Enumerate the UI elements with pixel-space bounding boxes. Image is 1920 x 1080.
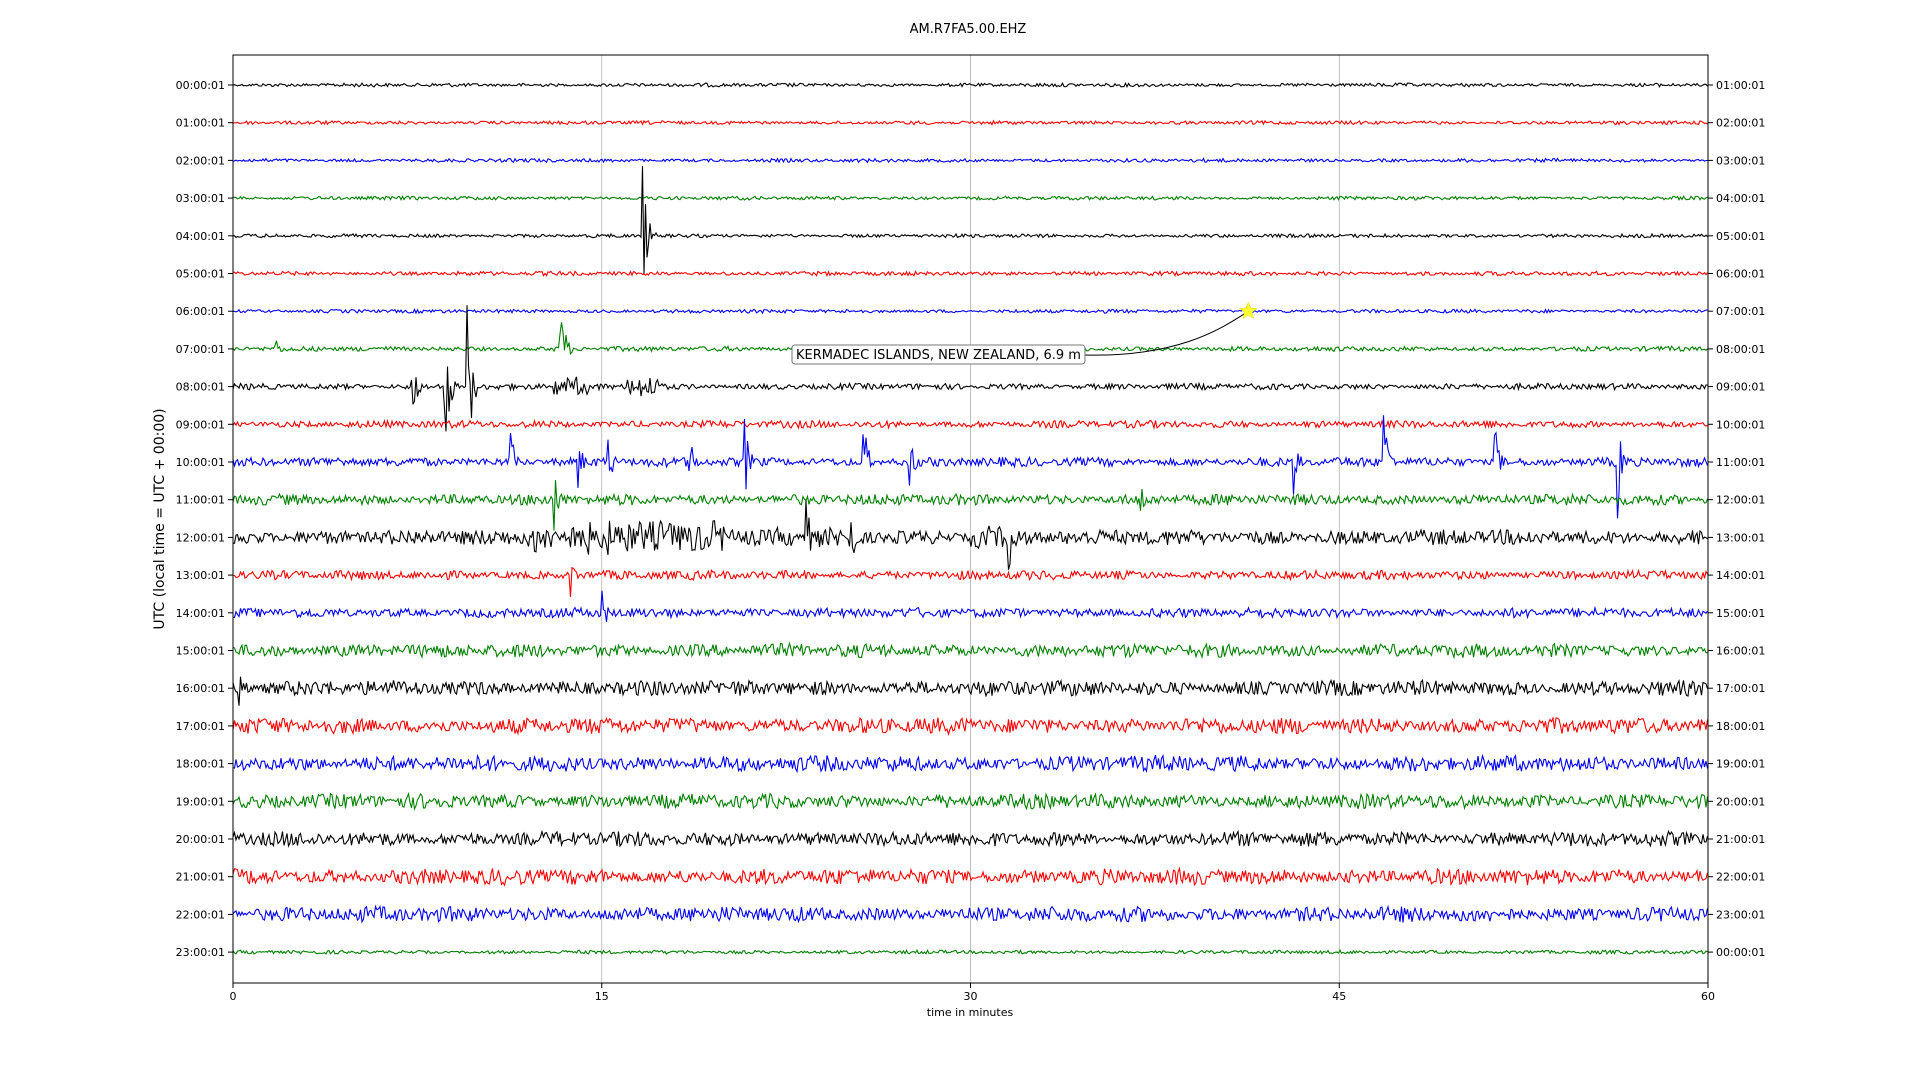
right-row-label-14: 15:00:01: [1716, 607, 1765, 620]
left-row-label-1: 01:00:01: [176, 117, 225, 130]
right-row-label-2: 03:00:01: [1716, 154, 1765, 167]
left-row-label-0: 00:00:01: [176, 79, 225, 92]
right-row-label-1: 02:00:01: [1716, 117, 1765, 130]
right-row-label-18: 19:00:01: [1716, 758, 1765, 771]
x-tick-label-2: 30: [964, 990, 978, 1003]
left-row-label-6: 06:00:01: [176, 305, 225, 318]
left-row-label-5: 05:00:01: [176, 268, 225, 281]
left-row-label-23: 23:00:01: [176, 946, 225, 959]
right-row-label-21: 22:00:01: [1716, 871, 1765, 884]
left-row-label-16: 16:00:01: [176, 682, 225, 695]
right-row-label-16: 17:00:01: [1716, 682, 1765, 695]
left-row-label-8: 08:00:01: [176, 381, 225, 394]
seismogram-plot: AM.R7FA5.00.EHZ 00:00:01 01:00:01 02:00:01…: [152, 22, 1765, 1019]
right-row-label-17: 18:00:01: [1716, 720, 1765, 733]
left-row-label-18: 18:00:01: [176, 758, 225, 771]
left-row-label-3: 03:00:01: [176, 192, 225, 205]
right-row-label-22: 23:00:01: [1716, 908, 1765, 921]
right-row-label-19: 20:00:01: [1716, 795, 1765, 808]
x-tick-label-1: 15: [595, 990, 609, 1003]
left-row-label-9: 09:00:01: [176, 418, 225, 431]
right-row-label-5: 06:00:01: [1716, 268, 1765, 281]
left-row-label-15: 15:00:01: [176, 645, 225, 658]
right-row-label-15: 16:00:01: [1716, 645, 1765, 658]
left-row-label-12: 12:00:01: [176, 531, 225, 544]
y-axis-label: UTC (local time = UTC + 00:00): [152, 408, 168, 629]
right-tick-labels: 01:00:01 02:00:01 03:00:01 04:00:01 05:00:01…: [1708, 79, 1765, 959]
right-row-label-10: 11:00:01: [1716, 456, 1765, 469]
right-row-label-20: 21:00:01: [1716, 833, 1765, 846]
x-tick-label-3: 45: [1332, 990, 1346, 1003]
left-row-label-19: 19:00:01: [176, 795, 225, 808]
right-row-label-23: 00:00:01: [1716, 946, 1765, 959]
right-row-label-4: 05:00:01: [1716, 230, 1765, 243]
x-tick-label-4: 60: [1701, 990, 1715, 1003]
right-row-label-7: 08:00:01: [1716, 343, 1765, 356]
left-row-label-4: 04:00:01: [176, 230, 225, 243]
left-row-label-7: 07:00:01: [176, 343, 225, 356]
chart-title: AM.R7FA5.00.EHZ: [910, 22, 1027, 37]
right-row-label-13: 14:00:01: [1716, 569, 1765, 582]
left-row-label-11: 11:00:01: [176, 494, 225, 507]
right-row-label-3: 04:00:01: [1716, 192, 1765, 205]
left-row-label-14: 14:00:01: [176, 607, 225, 620]
right-row-label-8: 09:00:01: [1716, 381, 1765, 394]
left-row-label-21: 21:00:01: [176, 871, 225, 884]
right-row-label-0: 01:00:01: [1716, 79, 1765, 92]
left-tick-labels: 00:00:01 01:00:01 02:00:01 03:00:01 04:00:01…: [176, 79, 233, 959]
left-row-label-10: 10:00:01: [176, 456, 225, 469]
x-tick-label-0: 0: [230, 990, 237, 1003]
event-star-marker: [1239, 301, 1258, 320]
vertical-grid: [601, 55, 1340, 983]
x-tick-labels: 0 15 30 45 60: [230, 983, 1715, 1003]
right-row-label-6: 07:00:01: [1716, 305, 1765, 318]
left-row-label-17: 17:00:01: [176, 720, 225, 733]
right-row-label-12: 13:00:01: [1716, 531, 1765, 544]
right-row-label-9: 10:00:01: [1716, 418, 1765, 431]
annotation-label: KERMADEC ISLANDS, NEW ZEALAND, 6.9 m: [796, 348, 1081, 363]
left-row-label-20: 20:00:01: [176, 833, 225, 846]
right-row-label-11: 12:00:01: [1716, 494, 1765, 507]
x-axis-label: time in minutes: [927, 1006, 1014, 1019]
left-row-label-22: 22:00:01: [176, 908, 225, 921]
left-row-label-2: 02:00:01: [176, 154, 225, 167]
left-row-label-13: 13:00:01: [176, 569, 225, 582]
